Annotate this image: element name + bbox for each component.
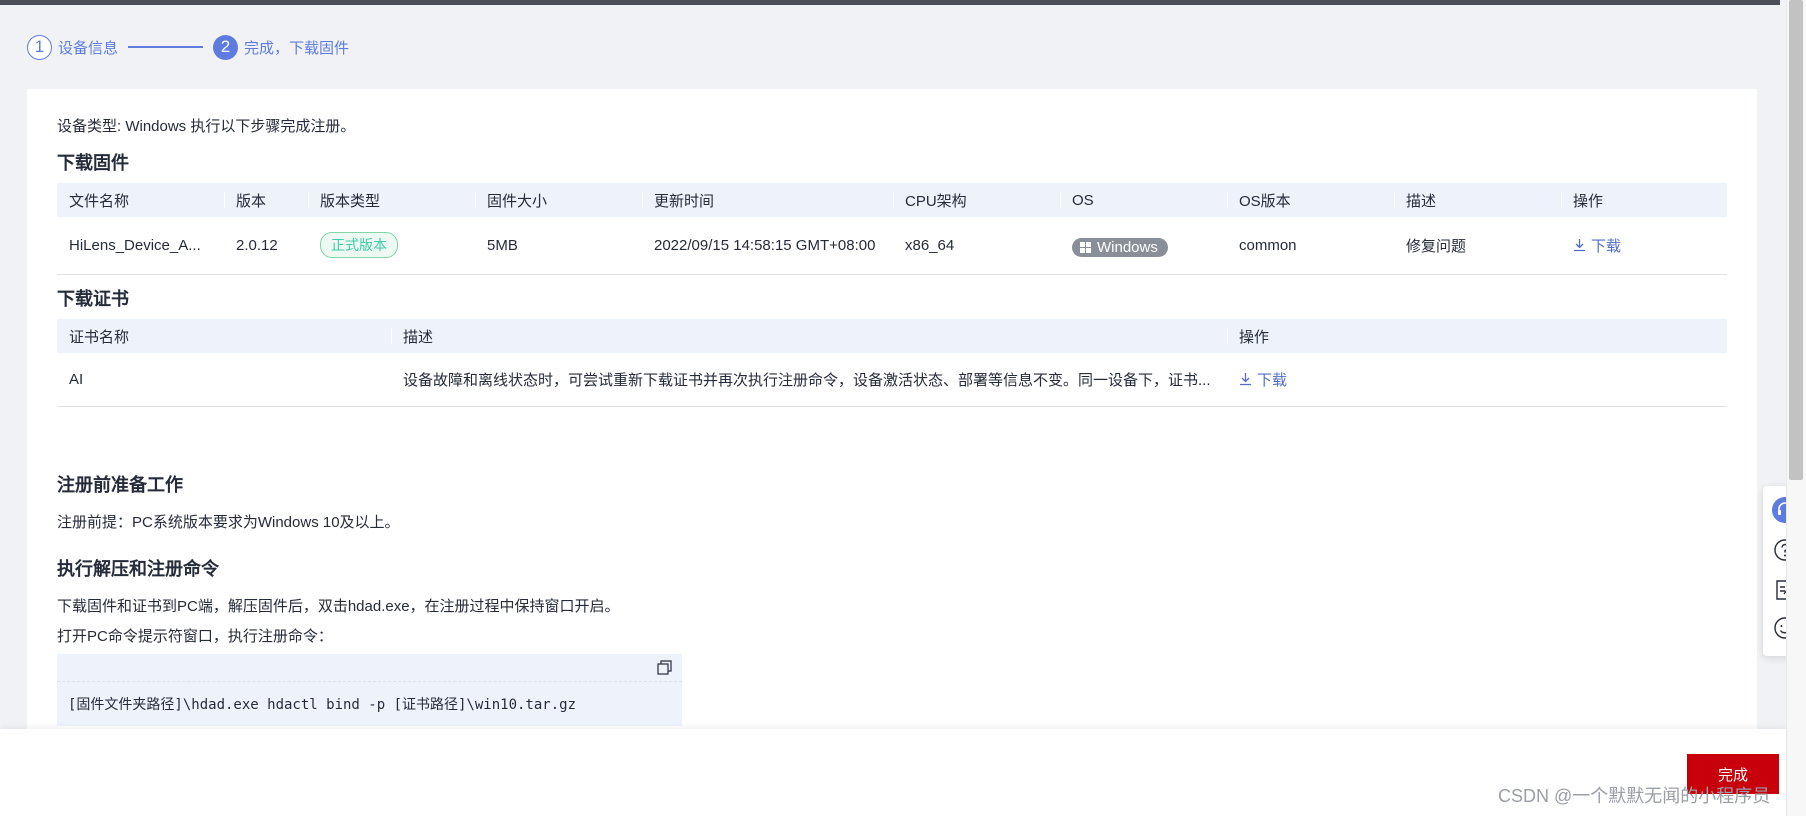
step-connector [128, 46, 204, 48]
cpu-cell: x86_64 [893, 217, 1060, 275]
os-badge-label: Windows [1097, 238, 1158, 256]
cert-action-cell: 下载 [1227, 353, 1727, 407]
firmware-section-title: 下载固件 [57, 153, 129, 173]
col-version: 版本 [224, 183, 308, 217]
col-description: 描述 [1394, 183, 1561, 217]
step-2-number: 2 [213, 34, 239, 60]
device-type-text: 设备类型: Windows 执行以下步骤完成注册。 [57, 118, 356, 135]
stepper: 1 设备信息 2 完成，下载固件 [27, 34, 349, 60]
os-cell: Windows [1060, 217, 1227, 275]
step-2-label: 完成，下载固件 [244, 39, 350, 57]
certificate-download-label: 下载 [1257, 371, 1288, 389]
exec-text-1: 下载固件和证书到PC端，解压固件后，双击hdad.exe，在注册过程中保持窗口开… [57, 598, 620, 615]
exec-text-2: 打开PC命令提示符窗口，执行注册命令： [57, 628, 333, 645]
copy-icon[interactable] [657, 660, 672, 675]
command-code-block: [固件文件夹路径]\hdad.exe hdactl bind -p [证书路径]… [57, 654, 682, 726]
col-action: 操作 [1561, 183, 1727, 217]
footer-bar: 完成 CSDN @一个默默无闻的小程序员 [0, 729, 1786, 816]
scrollbar[interactable] [1786, 0, 1806, 816]
version-type-cell: 正式版本 [308, 217, 475, 275]
exec-section-title: 执行解压和注册命令 [57, 559, 219, 579]
updated-cell: 2022/09/15 14:58:15 GMT+08:00 [642, 217, 893, 275]
register-command[interactable]: [固件文件夹路径]\hdad.exe hdactl bind -p [证书路径]… [57, 682, 682, 726]
col-os: OS [1060, 183, 1227, 217]
step-1-label[interactable]: 设备信息 [58, 37, 118, 58]
watermark: CSDN @一个默默无闻的小程序员 [1498, 786, 1771, 806]
windows-icon [1080, 241, 1091, 253]
col-version-type: 版本类型 [308, 183, 475, 217]
col-size: 固件大小 [475, 183, 642, 217]
size-cell: 5MB [475, 217, 642, 275]
firmware-table-header: 文件名称 版本 版本类型 固件大小 更新时间 CPU架构 OS OS版本 描述 … [57, 183, 1727, 217]
step-1-number[interactable]: 1 [27, 34, 52, 60]
col-cert-action: 操作 [1227, 319, 1727, 353]
prep-text: 注册前提：PC系统版本要求为Windows 10及以上。 [57, 514, 400, 531]
col-os-version: OS版本 [1227, 183, 1394, 217]
certificate-table: 证书名称 描述 操作 AI 设备故障和离线状态时，可尝试重新下载证书并再次执行注… [57, 319, 1727, 407]
table-row: HiLens_Device_A... 2.0.12 正式版本 5MB 2022/… [57, 217, 1727, 275]
version-cell: 2.0.12 [224, 217, 308, 275]
col-cert-description: 描述 [391, 319, 1227, 353]
certificate-section-title: 下载证书 [57, 289, 129, 309]
col-file-name: 文件名称 [57, 183, 224, 217]
firmware-download-label: 下载 [1591, 237, 1622, 255]
col-cert-name: 证书名称 [57, 319, 391, 353]
action-cell: 下载 [1561, 217, 1727, 275]
firmware-table: 文件名称 版本 版本类型 固件大小 更新时间 CPU架构 OS OS版本 描述 … [57, 183, 1727, 275]
scrollbar-thumb[interactable] [1789, 0, 1803, 480]
certificate-table-header: 证书名称 描述 操作 [57, 319, 1727, 353]
os-version-cell: common [1227, 217, 1394, 275]
download-icon [1574, 239, 1585, 252]
col-cpu: CPU架构 [893, 183, 1060, 217]
code-block-header [57, 654, 682, 682]
os-badge: Windows [1072, 237, 1168, 257]
description-cell: 修复问题 [1394, 217, 1561, 275]
col-updated: 更新时间 [642, 183, 893, 217]
certificate-download-link[interactable]: 下载 [1239, 369, 1287, 390]
download-icon [1240, 373, 1251, 386]
cert-name-cell: AI [57, 353, 391, 407]
firmware-download-link[interactable]: 下载 [1573, 235, 1621, 256]
prep-section-title: 注册前准备工作 [57, 475, 183, 495]
table-row: AI 设备故障和离线状态时，可尝试重新下载证书并再次执行注册命令，设备激活状态、… [57, 353, 1727, 407]
status-badge: 正式版本 [320, 232, 398, 259]
cert-description-cell: 设备故障和离线状态时，可尝试重新下载证书并再次执行注册命令，设备激活状态、部署等… [391, 353, 1227, 407]
register-card: 设备类型: Windows 执行以下步骤完成注册。 下载固件 文件名称 版本 版… [27, 89, 1757, 729]
top-bar [0, 0, 1780, 5]
file-name-cell: HiLens_Device_A... [57, 217, 224, 275]
